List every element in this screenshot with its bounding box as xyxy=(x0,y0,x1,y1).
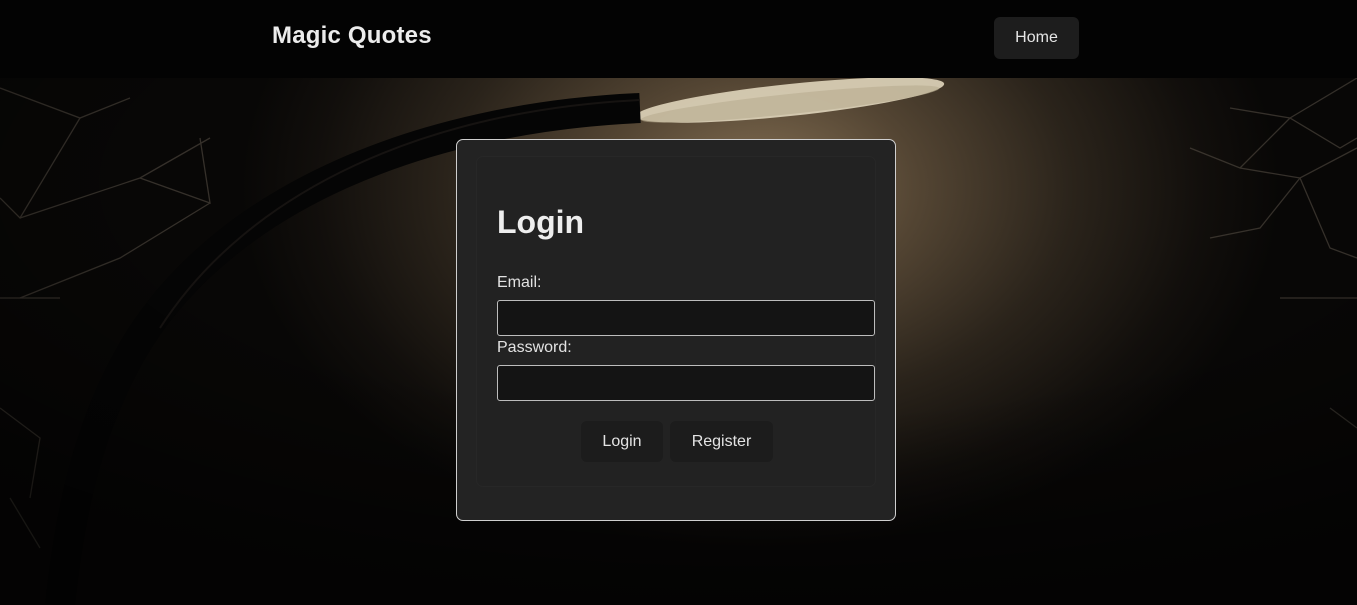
password-label: Password: xyxy=(497,339,572,356)
login-card: Login Email: Password: Login Register xyxy=(456,139,896,521)
password-field[interactable] xyxy=(497,365,875,401)
login-title: Login xyxy=(497,204,585,240)
page: Magic Quotes Home Login Email: Password:… xyxy=(0,0,1357,605)
top-navbar: Magic Quotes Home xyxy=(0,0,1357,78)
home-nav-button[interactable]: Home xyxy=(994,17,1079,59)
email-label: Email: xyxy=(497,274,542,291)
register-button[interactable]: Register xyxy=(670,421,773,462)
login-button[interactable]: Login xyxy=(581,421,663,462)
email-field[interactable] xyxy=(497,300,875,336)
brand-logo-text[interactable]: Magic Quotes xyxy=(272,22,432,50)
